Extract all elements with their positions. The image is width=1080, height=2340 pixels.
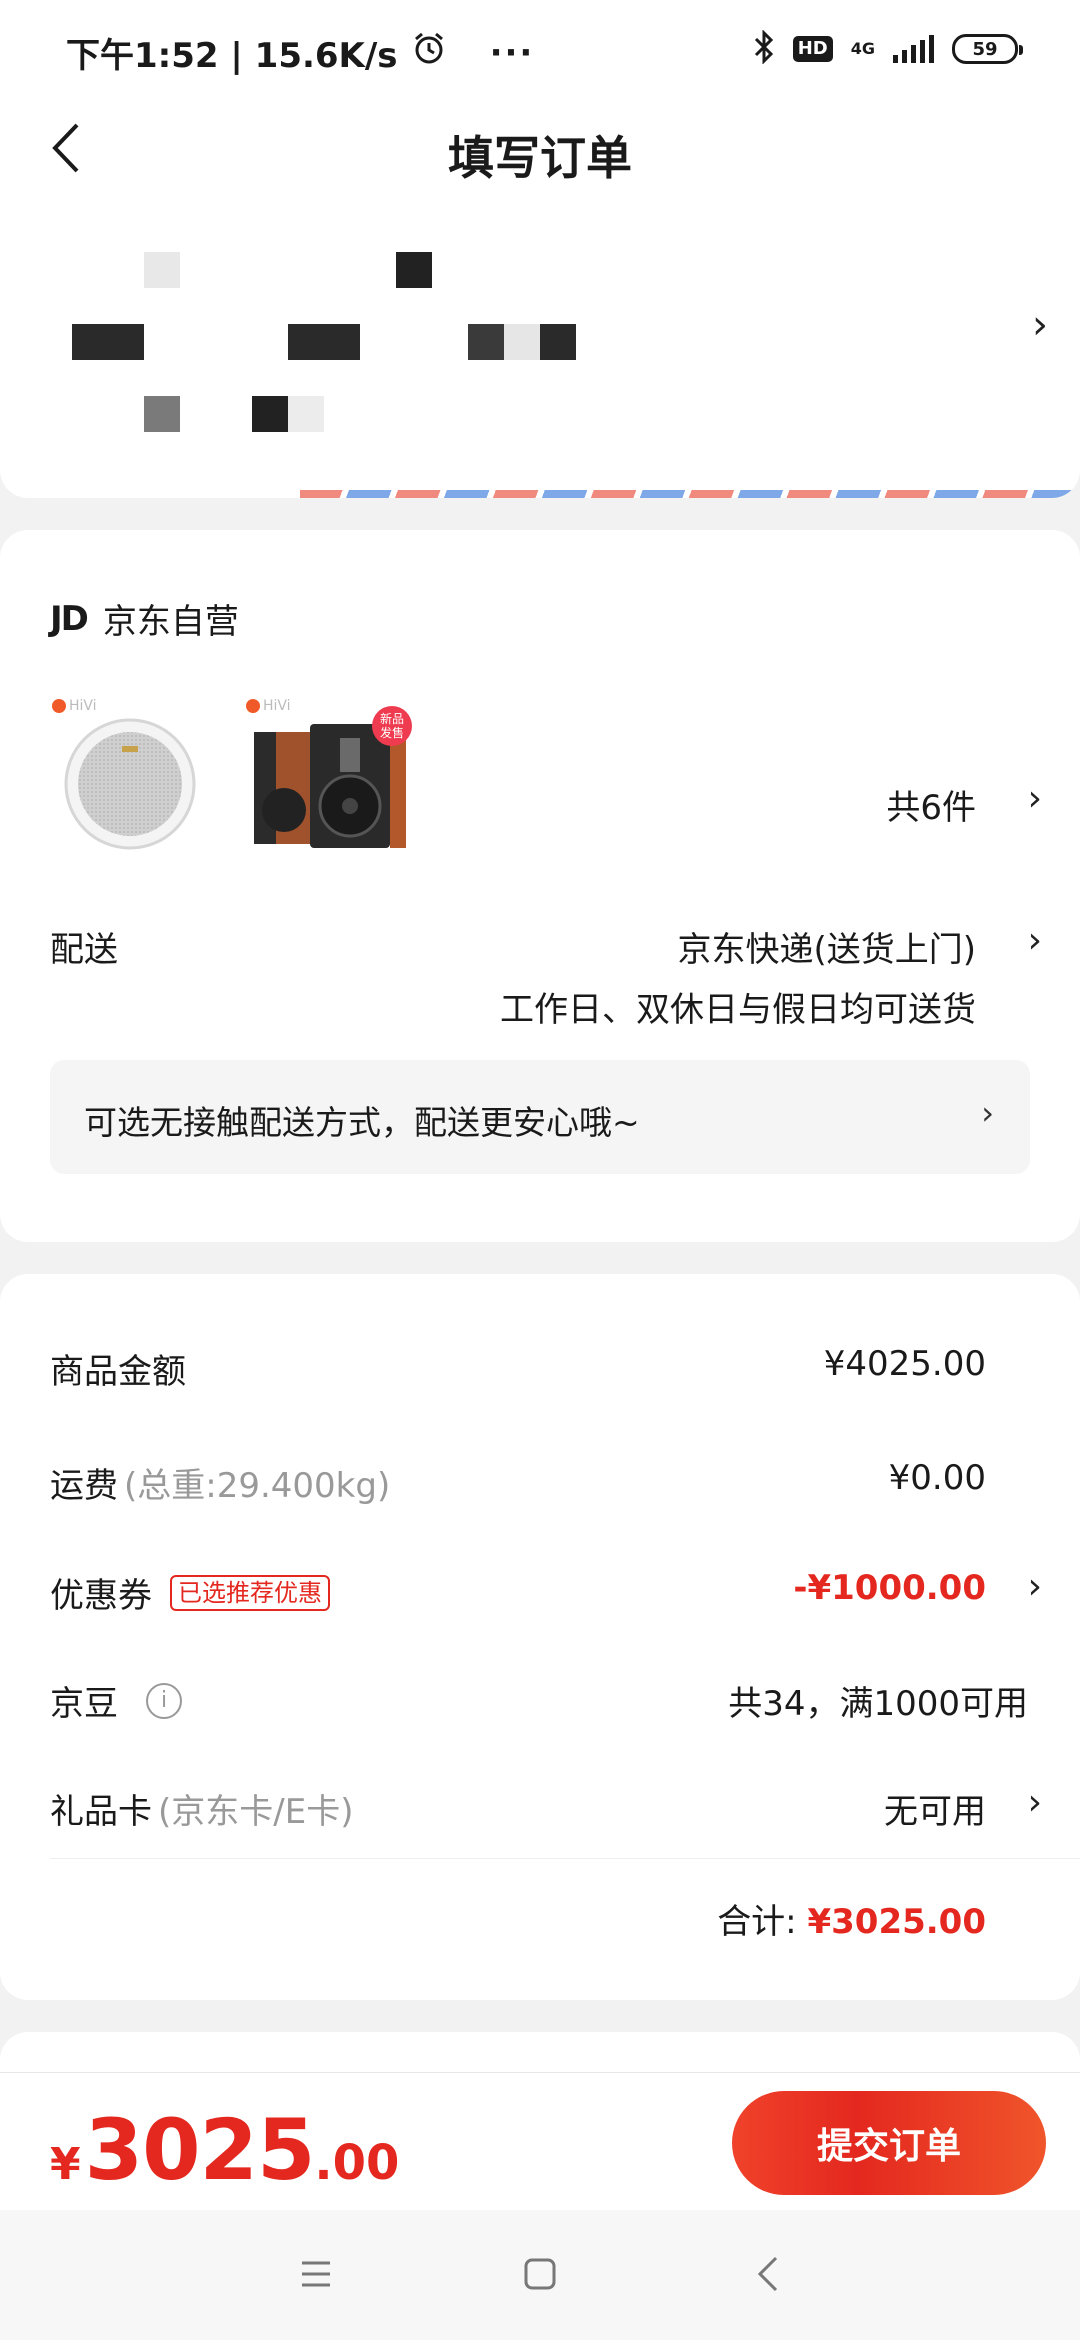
brand-logo: HiVi [52, 698, 97, 714]
total-row: 合计: ¥3025.00 [717, 1894, 986, 1943]
divider [50, 1858, 1080, 1859]
menu-nav-button[interactable] [286, 2244, 346, 2304]
delivery-label: 配送 [50, 930, 118, 970]
status-time-speed: 下午1:52 | 15.6K/s [66, 36, 398, 76]
info-icon[interactable]: i [146, 1682, 182, 1719]
coupon-chevron-icon[interactable]: › [1028, 1566, 1042, 1607]
home-square-icon [524, 2258, 556, 2290]
coupon-tag: 已选推荐优惠 [170, 1574, 330, 1611]
payable-amount: ¥ 3025 .00 [50, 2101, 399, 2199]
shop-card: JD 京东自营 HiVi HiVi 新品发售 共6件 › 配送 京东快递(送货上… [0, 530, 1080, 1242]
back-arrow-icon [757, 2256, 778, 2292]
signal-icon [893, 35, 934, 63]
coupon-value: -¥1000.00 [793, 1568, 986, 1608]
redacted-block [72, 324, 144, 360]
battery-icon: 59 [952, 34, 1023, 64]
beans-label-group: 京豆 i [50, 1676, 182, 1725]
contactless-text: 可选无接触配送方式，配送更安心哦~ [84, 1103, 640, 1142]
payable-yen: ¥ [50, 2139, 81, 2190]
giftcard-chevron-icon[interactable]: › [1028, 1782, 1042, 1823]
new-product-badge: 新品发售 [372, 706, 412, 746]
network-type: 4G [850, 39, 875, 58]
address-card[interactable]: › [0, 202, 1080, 498]
system-nav-bar [0, 2210, 1080, 2340]
submit-order-button[interactable]: 提交订单 [732, 2091, 1046, 2195]
payable-decimal: .00 [314, 2135, 400, 2191]
page-title: 填写订单 [448, 131, 632, 185]
header: 填写订单 [0, 96, 1080, 202]
product-thumbnail[interactable]: HiVi 新品发售 [244, 698, 414, 858]
contactless-chevron-icon: › [981, 1094, 994, 1132]
giftcard-hint: (京东卡/E卡) [158, 1792, 354, 1832]
brand-logo: HiVi [246, 698, 291, 714]
coupon-label: 优惠券 [50, 1576, 152, 1616]
back-nav-button[interactable] [738, 2244, 798, 2304]
address-chevron-icon[interactable]: › [1032, 302, 1048, 348]
freight-row: 运费 (总重:29.400kg) ¥0.00 [0, 1458, 1080, 1518]
redacted-block [504, 324, 540, 360]
ceiling-speaker-image [64, 718, 196, 850]
giftcard-label: 礼品卡 [50, 1792, 152, 1832]
goods-amount-label: 商品金额 [50, 1352, 186, 1392]
giftcard-value: 无可用 [884, 1792, 986, 1832]
freight-weight: (总重:29.400kg) [124, 1466, 391, 1506]
airmail-stripe [300, 490, 1080, 498]
bluetooth-icon [753, 29, 775, 68]
redacted-block [288, 396, 324, 432]
redacted-block [468, 324, 504, 360]
items-chevron-icon[interactable]: › [1028, 778, 1042, 819]
goods-amount-value: ¥4025.00 [823, 1344, 986, 1384]
delivery-days: 工作日、双休日与假日均可送货 [500, 990, 976, 1030]
redacted-block [144, 252, 180, 288]
giftcard-label-group: 礼品卡 (京东卡/E卡) [50, 1784, 353, 1833]
freight-label: 运费 [50, 1466, 118, 1506]
freight-label-group: 运费 (总重:29.400kg) [50, 1458, 390, 1507]
redacted-block [396, 252, 432, 288]
redacted-block [288, 324, 360, 360]
more-dots-icon: ··· [489, 32, 535, 73]
shop-header: JD 京东自营 [50, 594, 239, 643]
checkout-bar: ¥ 3025 .00 提交订单 [0, 2072, 1080, 2210]
goods-amount-row: 商品金额 ¥4025.00 [0, 1344, 1080, 1404]
total-label: 合计: [717, 1902, 797, 1942]
shop-name: 京东自营 [102, 602, 239, 642]
jd-beans-row: 京豆 i 共34，满1000可用 [0, 1676, 1080, 1736]
hd-badge: HD [792, 36, 833, 62]
item-count[interactable]: 共6件 [886, 780, 976, 829]
jd-logo: JD [50, 598, 89, 639]
beans-value: 共34，满1000可用 [728, 1684, 1028, 1724]
status-left: 下午1:52 | 15.6K/s ··· [66, 28, 534, 77]
redacted-block [144, 396, 180, 432]
contactless-delivery-banner[interactable]: 可选无接触配送方式，配送更安心哦~ › [50, 1060, 1030, 1174]
coupon-label-group: 优惠券 已选推荐优惠 [50, 1568, 330, 1617]
gift-card-row[interactable]: 礼品卡 (京东卡/E卡) 无可用 › [0, 1782, 1080, 1844]
status-bar: 下午1:52 | 15.6K/s ··· HD 4G 59 [0, 0, 1080, 96]
home-nav-button[interactable] [510, 2244, 570, 2304]
coupon-row[interactable]: 优惠券 已选推荐优惠 -¥1000.00 › [0, 1566, 1080, 1628]
status-right: HD 4G 59 [753, 29, 1023, 68]
payable-integer: 3025 [84, 2101, 316, 2199]
redacted-block [252, 396, 288, 432]
product-thumbnail[interactable]: HiVi [50, 698, 210, 858]
freight-value: ¥0.00 [888, 1458, 986, 1498]
total-value: ¥3025.00 [807, 1902, 986, 1942]
alarm-icon [412, 31, 446, 74]
menu-icon [302, 2261, 330, 2287]
delivery-chevron-icon[interactable]: › [1028, 920, 1042, 961]
delivery-method[interactable]: 京东快递(送货上门) [677, 922, 976, 971]
beans-label: 京豆 [50, 1684, 118, 1724]
price-summary-card: 商品金额 ¥4025.00 运费 (总重:29.400kg) ¥0.00 优惠券… [0, 1274, 1080, 2000]
redacted-block [540, 324, 576, 360]
battery-level: 59 [972, 38, 998, 60]
